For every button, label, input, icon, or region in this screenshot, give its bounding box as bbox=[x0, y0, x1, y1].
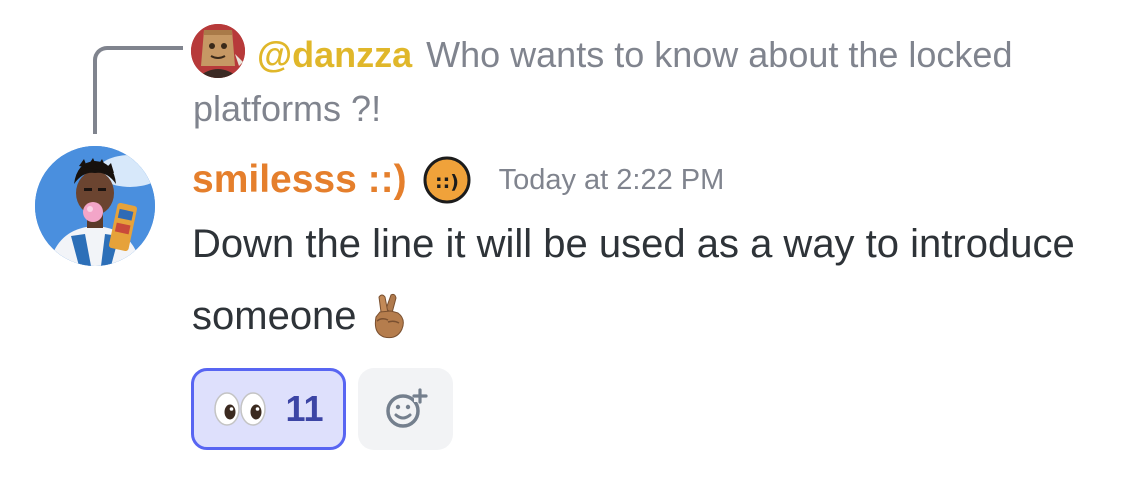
reaction-count: 11 bbox=[285, 388, 324, 429]
reply-spine bbox=[93, 46, 183, 134]
reaction-eyes[interactable]: 11 bbox=[191, 368, 346, 450]
author-name[interactable]: smilesss ::) bbox=[192, 158, 407, 202]
message-header: smilesss ::) ::) Today at 2:22 PM bbox=[192, 152, 724, 208]
eyes-emoji-icon bbox=[214, 392, 267, 426]
add-reaction-icon bbox=[385, 388, 428, 428]
role-badge-text: ::) bbox=[435, 171, 459, 193]
crossed-fingers-emoji-icon bbox=[369, 290, 409, 362]
author-avatar[interactable] bbox=[35, 146, 155, 266]
add-reaction-button[interactable] bbox=[358, 368, 453, 450]
bubblegum-character-avatar-icon bbox=[35, 146, 155, 266]
message-timestamp[interactable]: Today at 2:22 PM bbox=[499, 164, 725, 197]
message-text: Down the line it will be used as a way t… bbox=[192, 222, 1075, 338]
role-badge-icon[interactable]: ::) bbox=[421, 154, 473, 206]
reactions-bar: 11 bbox=[191, 368, 453, 450]
reply-preview[interactable]: @danzza Who wants to know about the locke… bbox=[193, 28, 1103, 136]
message-content: Down the line it will be used as a way t… bbox=[192, 208, 1092, 362]
reply-author[interactable]: @danzza bbox=[257, 34, 412, 75]
